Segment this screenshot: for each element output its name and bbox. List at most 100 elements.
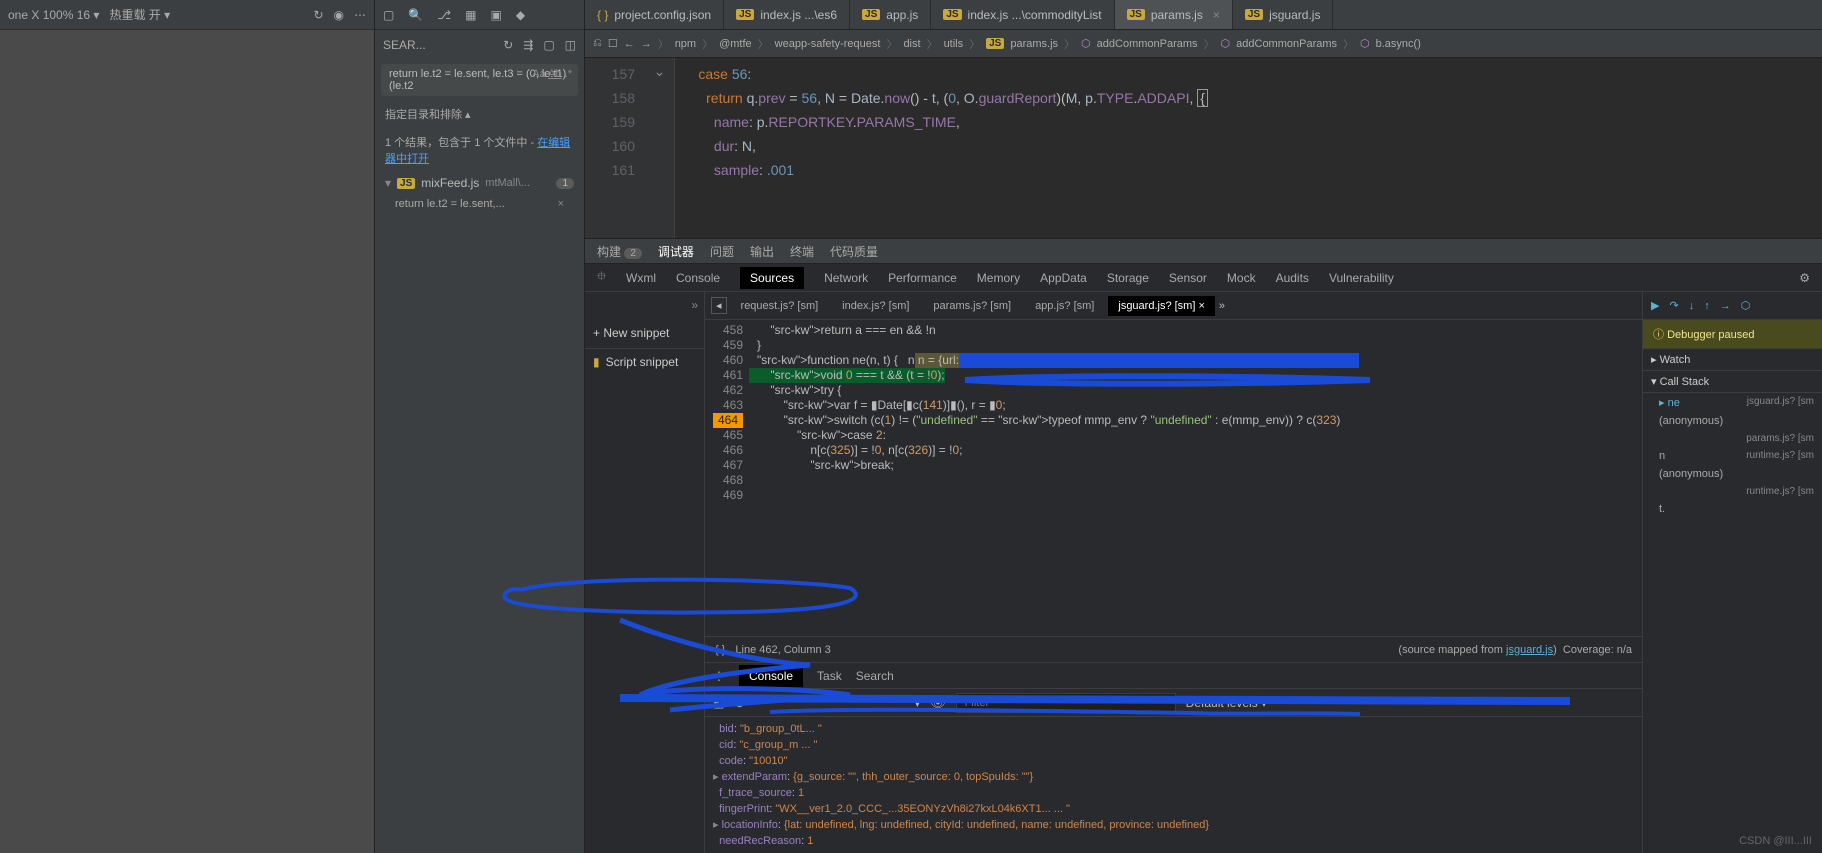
devtools-tab-sources[interactable]: Sources	[740, 267, 804, 289]
breadcrumb-item[interactable]: weapp-safety-request	[775, 38, 881, 50]
context-dropdown[interactable]: ▾	[914, 696, 920, 710]
stack-frame[interactable]: nruntime.js? [sm	[1643, 447, 1822, 465]
search-result-line[interactable]: return le.t2 = le.sent,... ×	[375, 194, 584, 214]
devtools-tab-audits[interactable]: Audits	[1276, 271, 1309, 285]
newfile-icon[interactable]: ▢	[543, 38, 554, 52]
dismiss-match-icon[interactable]: ×	[558, 198, 564, 210]
tab-quality[interactable]: 代码质量	[830, 243, 878, 260]
devtools-tab-vulnerability[interactable]: Vulnerability	[1329, 271, 1394, 285]
nav-back-icon[interactable]: ←	[624, 38, 635, 50]
stack-frame[interactable]: t.	[1643, 500, 1822, 518]
callstack-section[interactable]: ▾ Call Stack	[1643, 371, 1822, 393]
ext-icon[interactable]: ▦	[465, 8, 476, 22]
console-tab-console[interactable]: Console	[739, 665, 803, 687]
more-snippets-icon[interactable]: »	[585, 292, 704, 318]
devtools-tab-sensor[interactable]: Sensor	[1169, 271, 1207, 285]
new-snippet-button[interactable]: + New snippet	[585, 318, 704, 349]
bookmark-icon[interactable]: ☐	[608, 37, 618, 50]
collapse-icon[interactable]: ⇶	[523, 38, 533, 52]
devtools-tab-storage[interactable]: Storage	[1107, 271, 1149, 285]
close-icon[interactable]: ×	[1213, 8, 1220, 22]
breadcrumb-item[interactable]: b.async()	[1376, 38, 1421, 50]
stack-frame[interactable]: (anonymous)	[1643, 465, 1822, 483]
docker-icon[interactable]: ◆	[516, 8, 525, 22]
sources-code[interactable]: 458 459 460 461 462 463 464 465 466 467 …	[705, 320, 1642, 636]
gear-icon[interactable]: ⚙	[1799, 271, 1810, 285]
snippet-item[interactable]: ▮ Script snippet	[585, 349, 704, 375]
step-over-icon[interactable]: ↷	[1669, 299, 1678, 312]
files-icon[interactable]: ▢	[383, 8, 394, 22]
resume-icon[interactable]: ▶	[1651, 299, 1659, 312]
search-result-file[interactable]: ▾ JS mixFeed.js mtMall\... 1	[375, 172, 584, 194]
search-options[interactable]: Aa Ab .*	[532, 68, 572, 80]
editor-tab[interactable]: { } project.config.json	[585, 0, 724, 29]
more-icon[interactable]: ⋯	[354, 8, 366, 22]
source-tab[interactable]: index.js? [sm]	[832, 296, 919, 316]
sidebar-toggle-icon[interactable]: ◧	[713, 696, 724, 710]
format-icon[interactable]: { }	[715, 644, 725, 656]
close-icon[interactable]: ×	[1198, 300, 1204, 312]
box-icon[interactable]: ▣	[490, 8, 501, 22]
eye-icon[interactable]: 👁	[930, 696, 945, 710]
editor-tab[interactable]: JS params.js×	[1115, 0, 1233, 29]
deactivate-bp-icon[interactable]: ⬡	[1741, 299, 1751, 312]
editor-tab[interactable]: JS index.js ...\commodityList	[931, 0, 1114, 29]
nav-icon[interactable]: ◂	[711, 297, 727, 314]
source-tab[interactable]: params.js? [sm]	[923, 296, 1021, 316]
stack-frame[interactable]: runtime.js? [sm	[1643, 483, 1822, 500]
tab-terminal[interactable]: 终端	[790, 243, 814, 260]
source-tab[interactable]: jsguard.js? [sm] ×	[1108, 296, 1215, 316]
source-tab[interactable]: request.js? [sm]	[731, 296, 829, 316]
inspect-icon[interactable]: ⯐	[597, 267, 606, 288]
clear-console-icon[interactable]: ⊘	[734, 696, 744, 710]
stop-icon[interactable]: ◉	[334, 8, 344, 22]
breadcrumb-item[interactable]: params.js	[1010, 38, 1058, 50]
tab-debugger[interactable]: 调试器	[658, 243, 694, 260]
source-tab[interactable]: app.js? [sm]	[1025, 296, 1104, 316]
breadcrumb-item[interactable]: @mtfe	[719, 38, 752, 50]
device-selector[interactable]: one X 100% 16 ▾	[8, 8, 99, 22]
watch-section[interactable]: ▸ Watch	[1643, 349, 1822, 371]
breadcrumb-icon[interactable]: ⎌	[593, 37, 602, 50]
search-input[interactable]: return le.t2 = le.sent, le.t3 = (0, le.t…	[381, 64, 578, 96]
search-scope[interactable]: 指定目录和排除 ▴	[375, 100, 584, 128]
editor-code[interactable]: case 56: return q.prev = 56, N = Date.no…	[675, 58, 1822, 238]
scm-icon[interactable]: ⎇	[437, 8, 451, 22]
devtools-tab-appdata[interactable]: AppData	[1040, 271, 1087, 285]
step-icon[interactable]: →	[1720, 300, 1731, 312]
devtools-tab-wxml[interactable]: Wxml	[626, 271, 656, 285]
breadcrumb-item[interactable]: dist	[903, 38, 920, 50]
tab-problems[interactable]: 问题	[710, 243, 734, 260]
breadcrumb-item[interactable]: addCommonParams	[1097, 38, 1198, 50]
code-editor[interactable]: 157 158 159 160 161 ⌄ case 56: return q.…	[585, 58, 1822, 238]
devtools-tab-performance[interactable]: Performance	[888, 271, 957, 285]
step-into-icon[interactable]: ↓	[1689, 300, 1695, 312]
stack-frame[interactable]: ▸ nejsguard.js? [sm	[1643, 393, 1822, 412]
search-icon[interactable]: 🔍	[408, 8, 423, 22]
source-map-link[interactable]: jsguard.js	[1506, 644, 1553, 656]
stack-frame[interactable]: (anonymous)	[1643, 412, 1822, 430]
breadcrumb-item[interactable]: utils	[944, 38, 964, 50]
hotreload-toggle[interactable]: 热重载 开 ▾	[109, 6, 170, 23]
console-filter-input[interactable]	[956, 693, 1176, 713]
editor-tab[interactable]: JS app.js	[850, 0, 931, 29]
console-tab-task[interactable]: Task	[817, 669, 842, 683]
refresh-search-icon[interactable]: ↻	[503, 38, 513, 52]
editor-tab[interactable]: JS index.js ...\es6	[724, 0, 850, 29]
devtools-tab-console[interactable]: Console	[676, 271, 720, 285]
more-tabs-icon[interactable]: »	[1219, 300, 1225, 312]
step-out-icon[interactable]: ↑	[1704, 300, 1710, 312]
nav-fwd-icon[interactable]: →	[641, 38, 652, 50]
tab-output[interactable]: 输出	[750, 243, 774, 260]
levels-dropdown[interactable]: Default levels ▾	[1186, 696, 1267, 710]
devtools-tab-network[interactable]: Network	[824, 271, 868, 285]
devtools-tab-memory[interactable]: Memory	[977, 271, 1020, 285]
devtools-tab-mock[interactable]: Mock	[1227, 271, 1256, 285]
refresh-icon[interactable]: ↻	[313, 8, 323, 22]
editor-tab[interactable]: JS jsguard.js	[1233, 0, 1334, 29]
split-icon[interactable]: ◫	[565, 38, 576, 52]
tab-build[interactable]: 构建 2	[597, 243, 642, 260]
console-menu-icon[interactable]: ⋮	[713, 669, 725, 683]
console-output[interactable]: bid: "b_group_0tL... " cid: "c_group_m .…	[705, 717, 1642, 853]
stack-frame[interactable]: params.js? [sm	[1643, 430, 1822, 447]
